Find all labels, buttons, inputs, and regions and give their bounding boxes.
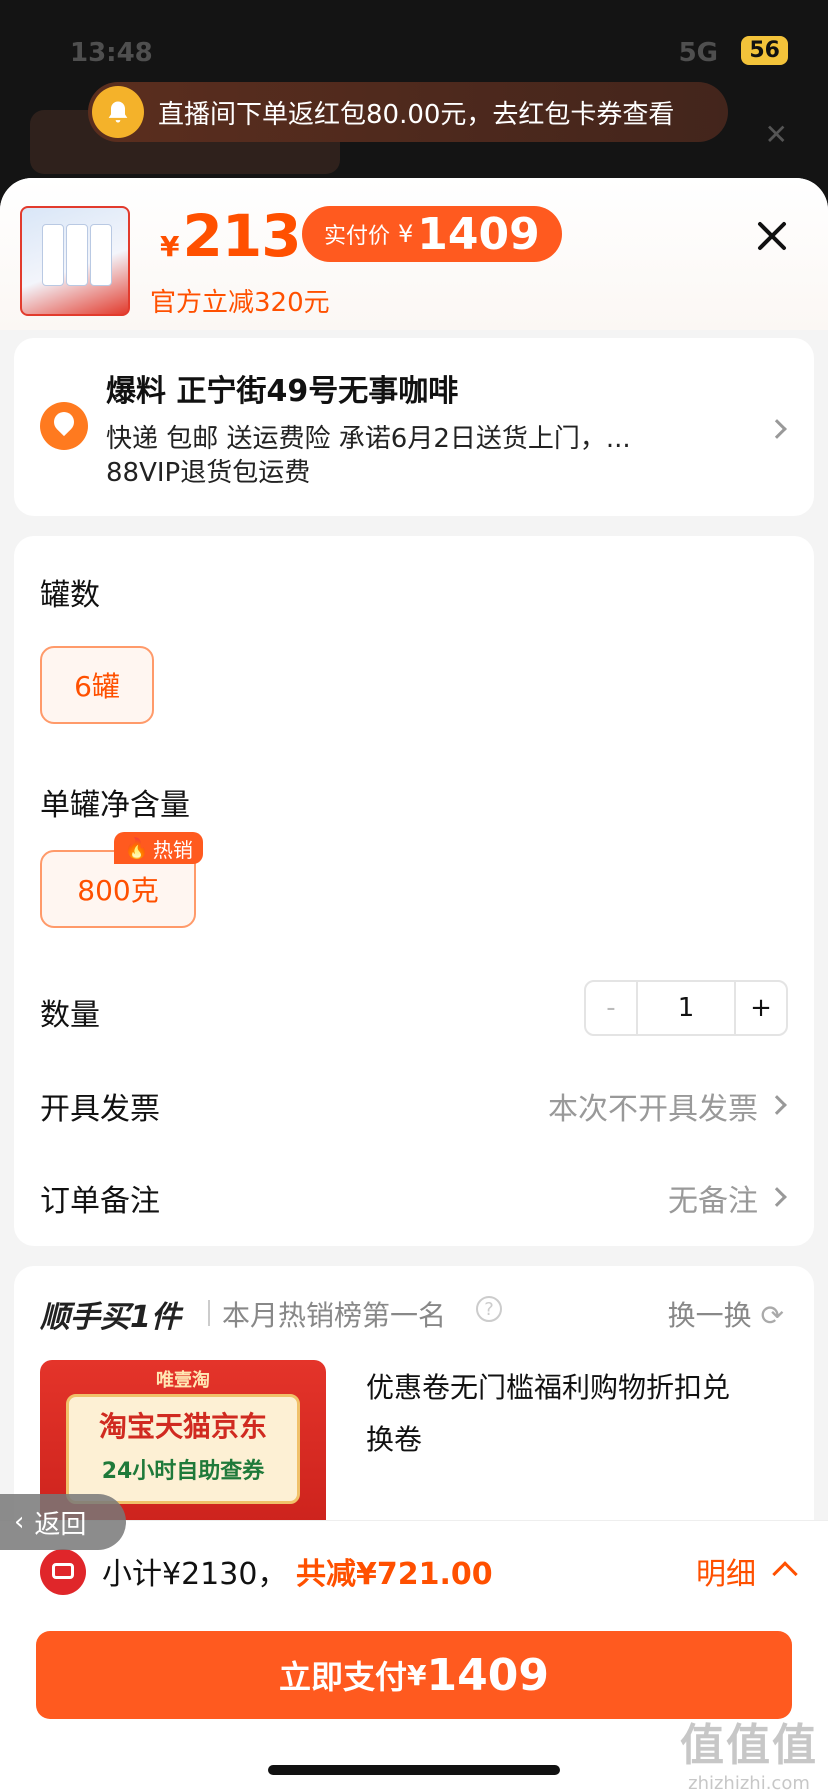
chevron-right-icon — [767, 1187, 787, 1207]
detail-button[interactable]: 明细 — [696, 1549, 756, 1593]
bell-icon — [92, 86, 144, 138]
subtotal-text: 小计¥2130， — [102, 1557, 288, 1592]
paid-currency-symbol: ¥ — [398, 220, 414, 248]
pay-currency: ¥ — [407, 1658, 427, 1692]
close-icon[interactable] — [752, 216, 792, 256]
quantity-label: 数量 — [40, 998, 100, 1033]
swap-label: 换一换 — [667, 1299, 752, 1332]
order-note-value[interactable]: 无备注 — [668, 1176, 758, 1220]
addon-subtitle: 本月热销榜第一名 — [222, 1299, 447, 1332]
promo-line1: 淘宝天猫京东 — [98, 1410, 267, 1443]
refresh-icon: ⟳ — [760, 1299, 784, 1332]
divider — [208, 1300, 210, 1326]
promo-plate: 淘宝天猫京东 24小时自助查券 — [66, 1394, 300, 1504]
options-card: 罐数 6罐 单罐净含量 800克 🔥 热销 数量 - 1 + 开具发票 本次不开具… — [14, 536, 814, 1246]
help-icon[interactable]: ? — [476, 1296, 502, 1322]
chevron-right-icon — [767, 419, 787, 439]
pay-amount: 1409 — [426, 1649, 549, 1701]
quantity-minus-button[interactable]: - — [586, 982, 638, 1034]
watermark: 值值值 zhizhizhi.com — [680, 1709, 818, 1792]
quantity-plus-button[interactable]: + — [734, 982, 786, 1034]
can-count-label: 罐数 — [40, 578, 100, 613]
product-thumbnail[interactable] — [20, 206, 130, 316]
promo-tag: 唯壹淘 — [156, 1370, 210, 1391]
paid-price-pill: 实付价 ¥ 1409 — [302, 206, 562, 262]
chevron-up-icon[interactable] — [772, 1561, 798, 1587]
address-title: 爆料 正宁街49号无事咖啡 — [106, 374, 459, 409]
close-icon: ✕ — [764, 118, 788, 151]
status-bar: 13:48 5G 56 — [60, 36, 788, 68]
location-pin-icon — [40, 402, 88, 450]
net-content-label: 单罐净含量 — [40, 788, 190, 823]
home-indicator[interactable] — [268, 1765, 560, 1775]
checkout-footer: 小计¥2130， 共减¥721.00 明细 立即支付 ¥ 1409 值值值 zh… — [0, 1520, 828, 1792]
can-count-option[interactable]: 6罐 — [40, 646, 154, 724]
top-dark-area: 13:48 5G 56 ✕ 直播间下单返红包80.00元，去红包卡券查看 — [0, 0, 828, 200]
invoice-value[interactable]: 本次不开具发票 — [548, 1084, 758, 1128]
price-header: ¥2130 实付价 ¥ 1409 官方立减320元 — [0, 178, 828, 330]
official-discount: 官方立减320元 — [150, 288, 330, 318]
paid-price-value: 1409 — [417, 208, 540, 260]
pay-now-button[interactable]: 立即支付 ¥ 1409 — [36, 1631, 792, 1719]
promo-line2: 24小时自助查券 — [101, 1459, 265, 1484]
chevron-right-icon — [767, 1095, 787, 1115]
watermark-url: zhizhizhi.com — [688, 1773, 810, 1792]
watermark-logo: 值值值 — [680, 1720, 818, 1771]
total-savings: 共减¥721.00 — [296, 1557, 493, 1592]
red-packet-banner[interactable]: 直播间下单返红包80.00元，去红包卡券查看 — [88, 82, 728, 142]
pay-now-label: 立即支付 — [279, 1658, 408, 1696]
banner-text: 直播间下单返红包80.00元，去红包卡券查看 — [158, 99, 675, 130]
order-note-label: 订单备注 — [40, 1184, 160, 1219]
coupon-icon — [40, 1549, 86, 1595]
quantity-value[interactable]: 1 — [638, 982, 734, 1034]
quantity-stepper: - 1 + — [584, 980, 788, 1036]
addon-title: 顺手买1件 — [40, 1300, 181, 1335]
battery-indicator: 56 — [741, 36, 788, 65]
network-indicator: 5G — [678, 38, 718, 68]
paid-price-label: 实付价 — [324, 224, 391, 249]
chevron-left-icon: ‹ — [14, 1507, 25, 1537]
status-time: 13:48 — [70, 38, 153, 68]
back-button[interactable]: ‹ 返回 — [0, 1494, 126, 1550]
invoice-label: 开具发票 — [40, 1092, 160, 1127]
return-service: 88VIP退货包运费 — [106, 458, 311, 488]
swap-button[interactable]: 换一换 ⟳ — [668, 1294, 784, 1334]
shipping-info: 快递 包邮 送运费险 承诺6月2日送货上门，... — [106, 424, 631, 454]
currency-symbol: ¥ — [160, 230, 180, 263]
hot-sale-badge: 🔥 热销 — [114, 832, 203, 864]
back-label: 返回 — [34, 1509, 87, 1540]
address-card[interactable]: 爆料 正宁街49号无事咖啡 快递 包邮 送运费险 承诺6月2日送货上门，... … — [14, 338, 814, 516]
fire-icon: 🔥 — [124, 836, 149, 860]
hot-sale-text: 热销 — [152, 837, 193, 862]
addon-description[interactable]: 优惠卷无门槛福利购物折扣兑换卷 — [366, 1362, 746, 1466]
